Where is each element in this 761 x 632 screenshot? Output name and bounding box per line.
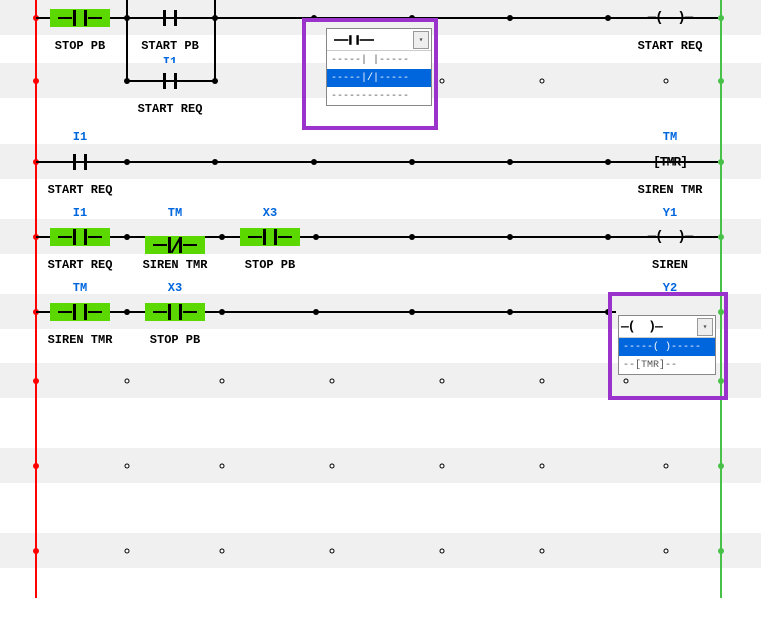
contact-no-r4-x3[interactable] [145, 303, 205, 321]
empty-rung-2 [0, 448, 761, 483]
rung-2-comments: START REQ SIREN TMR [0, 179, 761, 203]
dd-option-wire[interactable]: ------------- [327, 87, 431, 105]
contact-no-r2-i1[interactable] [50, 153, 110, 171]
rung-3: —( )— [0, 219, 761, 254]
contact-no-r3-x3[interactable] [240, 228, 300, 246]
dd-option-nc[interactable]: -----|/|----- [327, 69, 431, 87]
rung-3-comments: START REQ SIREN TMR STOP PB SIREN [0, 254, 761, 278]
dd-option-coil[interactable]: -----( )----- [619, 338, 715, 356]
contact-no-r3-i1[interactable] [50, 228, 110, 246]
contact-no-x1[interactable] [140, 9, 200, 27]
contact-no-x3[interactable] [50, 9, 110, 27]
contact-no-r4-tm[interactable] [50, 303, 110, 321]
coil-y1[interactable]: —( )— [640, 229, 700, 245]
tmr-coil[interactable]: —[TMR]— [634, 154, 706, 169]
coil-i1[interactable]: —( )— [640, 10, 700, 26]
rung-2: —[TMR]— [0, 144, 761, 179]
dropdown-arrow-icon[interactable]: ▾ [697, 318, 713, 336]
dd-option-tmr[interactable]: --[TMR]-- [619, 356, 715, 374]
empty-rung-3 [0, 533, 761, 568]
contact-type-dropdown[interactable]: ▾ -----| |----- -----|/|----- ----------… [326, 28, 432, 106]
dropdown-arrow-icon[interactable]: ▾ [413, 31, 429, 49]
contact-nc-r3-tm[interactable] [145, 236, 205, 254]
coil-type-dropdown[interactable]: —( )— ▾ -----( )----- --[TMR]-- [618, 315, 716, 375]
dd-option-no[interactable]: -----| |----- [327, 51, 431, 69]
contact-no-branch-i1[interactable] [140, 72, 200, 90]
